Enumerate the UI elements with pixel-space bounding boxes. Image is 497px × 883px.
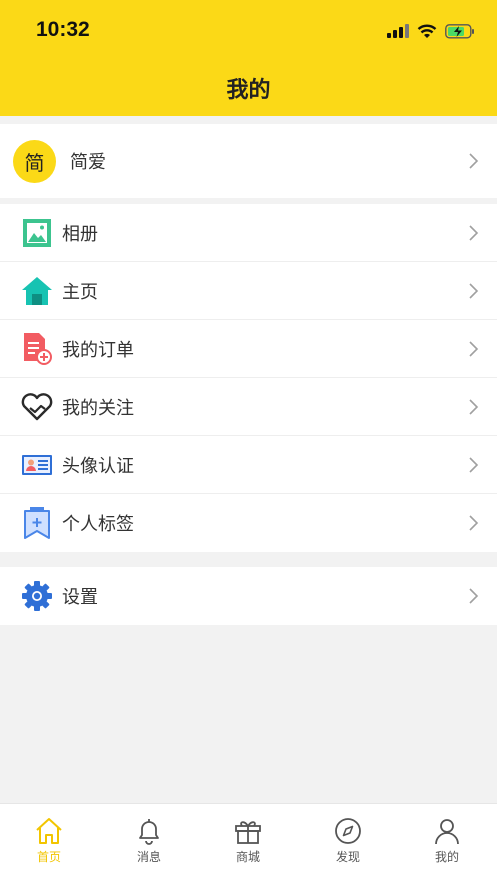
chevron-right-icon [469,224,479,241]
menu-item-follow[interactable]: 我的关注 [0,378,497,436]
wifi-icon [417,24,437,38]
chevron-right-icon [469,588,479,604]
menu-item-tags[interactable]: 个人标签 [0,494,497,552]
settings-card: 设置 [0,567,497,625]
chevron-right-icon [469,153,479,169]
gear-icon [22,581,52,611]
menu-label-avatar-verify: 头像认证 [62,455,134,477]
photo-album-icon [23,219,51,247]
menu-item-settings[interactable]: 设置 [0,567,497,625]
tab-label-mall: 商城 [235,850,260,864]
cellular-signal-icon [387,24,409,38]
menu-label-orders: 我的订单 [62,339,134,361]
bell-icon [139,819,159,845]
chevron-right-icon [469,282,479,299]
menu-label-home: 主页 [62,281,98,303]
heart-follow-icon [21,393,53,421]
menu-label-album: 相册 [62,223,98,245]
chevron-right-icon [469,340,479,357]
tab-mall[interactable]: 商城 [208,816,288,865]
bookmark-tag-icon [24,507,50,539]
tab-label-messages: 消息 [136,850,161,864]
home-icon [22,277,52,305]
menu-label-settings: 设置 [62,587,98,608]
page-title: 我的 [226,78,271,103]
tab-home[interactable]: 首页 [9,816,89,865]
menu-label-tags: 个人标签 [62,514,134,535]
id-card-icon [22,455,52,475]
tab-mine[interactable]: 我的 [407,816,487,865]
tab-label-mine: 我的 [434,850,459,864]
status-icons [387,21,475,41]
person-icon [435,819,459,845]
compass-icon [335,818,361,844]
chevron-right-icon [469,456,479,473]
menu-label-follow: 我的关注 [62,397,134,419]
profile-row[interactable]: 简 简爱 [0,124,497,198]
tab-label-home: 首页 [36,850,61,864]
gift-icon [235,821,261,844]
header: 10:32 我的 [0,0,497,116]
menu-item-avatar-verify[interactable]: 头像认证 [0,436,497,494]
battery-charging-icon [445,23,474,39]
tab-discover[interactable]: 发现 [308,816,388,865]
profile-name: 简爱 [70,152,106,173]
menu-card: 相册 主页 我的订单 我的关注 头像认证 个人标签 [0,204,497,552]
tab-bar: 首页 消息 商城 发现 我的 [0,803,497,883]
menu-item-album[interactable]: 相册 [0,204,497,262]
tab-messages[interactable]: 消息 [109,816,189,865]
avatar: 简 [13,140,56,183]
chevron-right-icon [469,515,479,531]
chevron-right-icon [469,398,479,415]
profile-card: 简 简爱 [0,124,497,198]
order-document-icon [24,333,52,365]
status-time: 10:32 [36,18,90,41]
menu-item-orders[interactable]: 我的订单 [0,320,497,378]
menu-item-home[interactable]: 主页 [0,262,497,320]
tab-label-discover: 发现 [335,850,360,864]
home-tab-icon [36,818,62,844]
